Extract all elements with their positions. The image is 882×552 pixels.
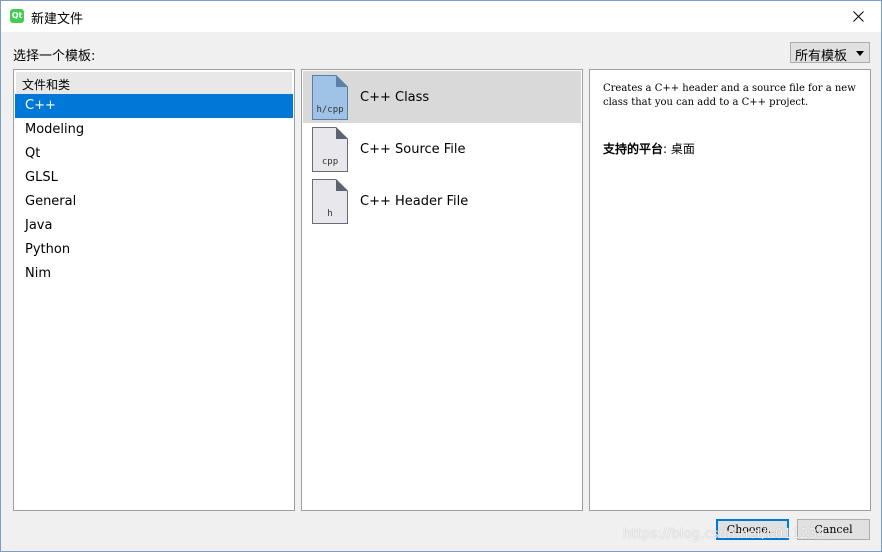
template-item-cpp-header[interactable]: h C++ Header File xyxy=(303,175,581,227)
header-file-icon-label: h xyxy=(327,209,332,219)
qt-logo-icon: Qt xyxy=(10,9,24,23)
category-item-python[interactable]: Python xyxy=(14,238,294,262)
template-label-cpp-source: C++ Source File xyxy=(360,142,466,157)
category-group-header: 文件和类 xyxy=(16,72,292,94)
template-filter-value: 所有模板 xyxy=(795,49,848,64)
category-item-qt[interactable]: Qt xyxy=(14,142,294,166)
template-filter-dropdown[interactable]: 所有模板 xyxy=(790,42,870,64)
description-panel: Creates a C++ header and a source file f… xyxy=(589,69,871,511)
category-panel: 文件和类 C++ Modeling Qt GLSL General Java P… xyxy=(13,69,295,511)
class-file-icon-label: h/cpp xyxy=(316,105,343,115)
header-file-icon: h xyxy=(312,179,348,224)
template-description: Creates a C++ header and a source file f… xyxy=(603,83,856,108)
source-file-icon: cpp xyxy=(312,127,348,172)
category-item-cpp[interactable]: C++ xyxy=(15,94,293,118)
template-item-cpp-source[interactable]: cpp C++ Source File xyxy=(303,123,581,175)
template-item-cpp-class[interactable]: h/cpp C++ Class xyxy=(303,71,581,123)
title-bar: Qt 新建文件 xyxy=(1,1,881,32)
category-item-nim[interactable]: Nim xyxy=(14,262,294,286)
template-select-label: 选择一个模板: xyxy=(13,49,96,64)
category-item-general[interactable]: General xyxy=(14,190,294,214)
category-group-label: 文件和类 xyxy=(22,78,71,92)
category-item-glsl[interactable]: GLSL xyxy=(14,166,294,190)
close-button[interactable] xyxy=(835,1,881,32)
template-label-cpp-header: C++ Header File xyxy=(360,194,469,209)
supported-platforms-label: 支持的平台 xyxy=(603,142,664,156)
watermark-text: https://blog.csdn.net/u011234 xyxy=(623,527,826,542)
template-list: h/cpp C++ Class cpp C++ Source File h C+… xyxy=(303,71,581,227)
category-list: C++ Modeling Qt GLSL General Java Python… xyxy=(14,94,294,286)
template-panel: h/cpp C++ Class cpp C++ Source File h C+… xyxy=(301,69,583,511)
new-file-dialog: Qt 新建文件 选择一个模板: 所有模板 文件和类 C++ Modeling Q… xyxy=(0,0,882,552)
class-file-icon: h/cpp xyxy=(312,75,348,120)
close-icon xyxy=(852,11,864,22)
supported-platforms-value: : 桌面 xyxy=(663,142,695,156)
source-file-icon-label: cpp xyxy=(322,157,338,167)
window-title: 新建文件 xyxy=(31,12,84,27)
category-item-java[interactable]: Java xyxy=(14,214,294,238)
category-item-modeling[interactable]: Modeling xyxy=(14,118,294,142)
supported-platforms: 支持的平台: 桌面 xyxy=(603,140,695,157)
dropdown-arrow-icon xyxy=(856,51,864,56)
template-label-cpp-class: C++ Class xyxy=(360,90,430,105)
